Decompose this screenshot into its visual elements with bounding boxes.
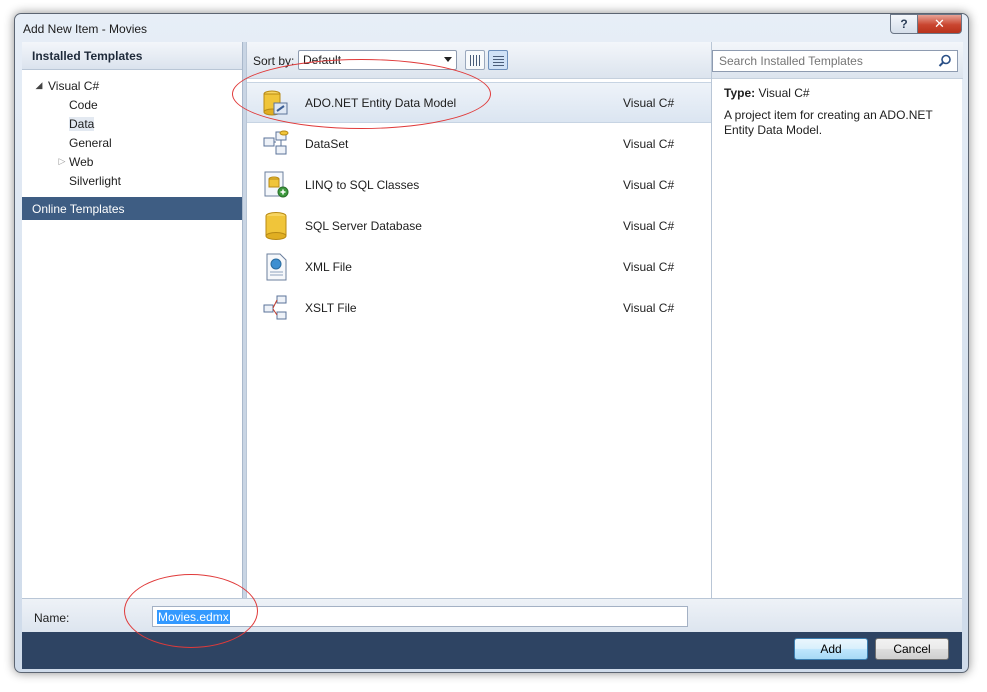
close-button[interactable]: ✕ [918,14,962,34]
details-pane: Type: Visual C# A project item for creat… [711,42,963,598]
dropdown-arrow-icon [444,57,452,62]
template-name: XSLT File [305,300,357,315]
template-row-linq-to-sql[interactable]: LINQ to SQL Classes Visual C# [247,164,712,205]
template-name: XML File [305,259,352,274]
list-view-icon [493,55,504,66]
tree-item-label: Silverlight [69,173,122,188]
template-language: Visual C# [623,259,675,274]
xml-file-icon [266,253,287,280]
linq-to-sql-icon [264,171,289,197]
online-templates-header[interactable]: Online Templates [22,197,242,220]
grid-view-icon [470,55,481,66]
template-name: ADO.NET Entity Data Model [305,95,457,110]
template-name: SQL Server Database [305,218,422,233]
template-row-ado-net[interactable]: ADO.NET Entity Data Model Visual C# [247,82,712,123]
template-language: Visual C# [623,177,675,192]
window-title: Add New Item - Movies [23,22,148,36]
template-type: Type: Visual C# [724,86,810,100]
tree-item-label: General [69,135,112,150]
templates-pane: Sort by: Default ADO.NET Entity Data Mod… [246,42,712,598]
category-tree: ◢ Visual C# Code Data General ▷ Web Silv… [22,76,242,190]
entity-data-model-icon [263,90,288,115]
name-strip: Name: Movies.edmx [22,598,962,632]
tree-item-label: Visual C# [48,78,100,93]
dialog-client: Installed Templates ◢ Visual C# Code Dat… [22,42,963,669]
grid-view-button[interactable] [465,50,485,70]
type-label: Type: [724,86,756,100]
help-button[interactable]: ? [890,14,918,34]
sort-by-dropdown[interactable]: Default [298,50,457,70]
tree-item-silverlight[interactable]: Silverlight [22,171,242,190]
type-value: Visual C# [758,86,810,100]
template-row-xslt-file[interactable]: XSLT File Visual C# [247,287,712,328]
installed-templates-header[interactable]: Installed Templates [22,42,242,70]
expanded-triangle-icon[interactable]: ◢ [32,80,46,91]
tree-item-label: Web [69,154,94,169]
search-input[interactable] [713,51,931,71]
collapsed-triangle-icon[interactable]: ▷ [55,156,69,167]
add-button[interactable]: Add [794,638,868,660]
tree-item-data[interactable]: Data [22,114,242,133]
template-language: Visual C# [623,300,675,315]
tree-item-visual-csharp[interactable]: ◢ Visual C# [22,76,242,95]
dataset-icon [263,130,289,154]
template-language: Visual C# [623,218,675,233]
name-label: Name: [34,611,70,625]
caption-buttons: ? ✕ [890,14,962,34]
name-input[interactable]: Movies.edmx [152,606,688,627]
search-box[interactable] [712,50,958,72]
template-row-sql-server-database[interactable]: SQL Server Database Visual C# [247,205,712,246]
cancel-button[interactable]: Cancel [875,638,949,660]
sql-database-icon [265,211,287,240]
name-input-value: Movies.edmx [157,610,230,624]
tree-item-general[interactable]: General [22,133,242,152]
tree-item-label: Code [69,97,98,112]
template-language: Visual C# [623,95,675,110]
template-row-xml-file[interactable]: XML File Visual C# [247,246,712,287]
template-description: A project item for creating an ADO.NET E… [724,108,933,137]
template-language: Visual C# [623,136,675,151]
template-categories-pane: Installed Templates ◢ Visual C# Code Dat… [22,42,242,598]
tree-item-code[interactable]: Code [22,95,242,114]
xslt-file-icon [263,295,287,319]
template-name: DataSet [305,136,349,151]
template-row-dataset[interactable]: DataSet Visual C# [247,123,712,164]
sort-by-label: Sort by: [253,54,295,68]
tree-item-web[interactable]: ▷ Web [22,152,242,171]
search-icon[interactable] [938,54,952,68]
template-list: ADO.NET Entity Data Model Visual C# Data… [247,82,712,328]
templates-toolbar: Sort by: Default [247,42,712,79]
sort-by-value: Default [303,53,342,67]
search-toolbar [712,42,963,79]
list-view-button[interactable] [488,50,508,70]
tree-item-label: Data [69,116,95,131]
template-name: LINQ to SQL Classes [305,177,420,192]
